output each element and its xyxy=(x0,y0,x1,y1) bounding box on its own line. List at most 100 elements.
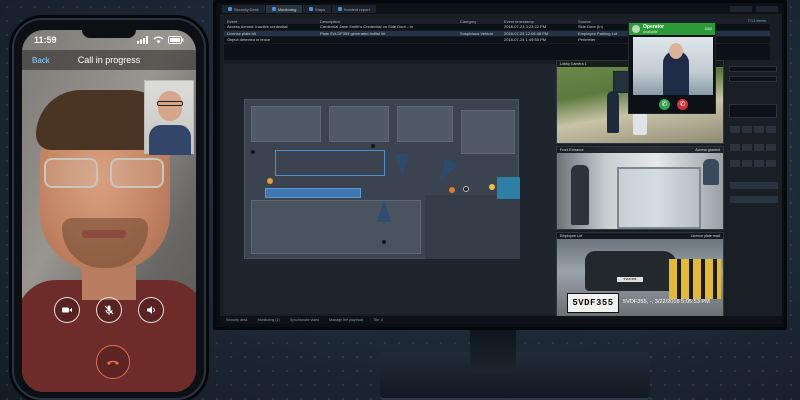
column-header-event[interactable]: Event xyxy=(224,19,320,24)
call-card-subtitle: Available xyxy=(643,29,658,34)
map-room xyxy=(461,110,515,154)
panel-button[interactable] xyxy=(730,144,740,151)
wifi-icon xyxy=(153,36,164,44)
report-icon xyxy=(338,7,343,11)
panel-button[interactable] xyxy=(742,126,752,133)
window-control[interactable] xyxy=(756,6,778,12)
pip-person-face xyxy=(158,91,182,121)
phone-time: 11:59 xyxy=(34,35,57,45)
pip-person-glasses xyxy=(157,101,183,106)
car-plate: 5VDF355 xyxy=(617,277,643,282)
status-item[interactable]: Manage the playback xyxy=(329,318,363,322)
camera-icon[interactable] xyxy=(371,144,375,148)
cell-description: Plate 5VLDF355 generated hotlist hit xyxy=(320,30,386,36)
battery-icon xyxy=(168,36,184,44)
status-bar: Security desk Monitoring (1) Synchronize… xyxy=(220,316,782,324)
call-video xyxy=(633,37,713,95)
tab-security-desk[interactable]: Security Desk xyxy=(222,5,265,13)
sensor-icon[interactable] xyxy=(267,178,273,184)
back-button[interactable]: Back xyxy=(32,56,50,65)
cell-event: Access denied: Inactive credential xyxy=(227,24,288,30)
status-tray xyxy=(137,36,184,44)
camera-icon[interactable] xyxy=(382,240,386,244)
call-card-header: Operator Available 1102 xyxy=(629,23,715,35)
status-item[interactable]: Tile: 4 xyxy=(373,318,383,322)
status-item[interactable]: Security desk xyxy=(226,318,248,322)
video-icon xyxy=(62,307,72,313)
panel-button[interactable] xyxy=(742,144,752,151)
security-desk-icon xyxy=(228,7,232,11)
panel-button[interactable] xyxy=(730,160,740,167)
map-panel xyxy=(224,64,556,314)
camera-icon[interactable] xyxy=(463,186,469,192)
panel-field[interactable] xyxy=(729,104,777,118)
scene: Security Desk Monitoring Maps Incident r… xyxy=(0,0,800,400)
panel-field[interactable] xyxy=(729,76,777,82)
cell-category: Suspicious Vehicle xyxy=(460,30,494,36)
cell-timestamp: 2018-07-23 3:23:22 PM xyxy=(504,24,547,30)
video-toggle-button[interactable] xyxy=(54,297,80,323)
call-card-titles: Operator Available xyxy=(643,23,665,34)
caller-glasses xyxy=(44,158,168,190)
monitor: Security Desk Monitoring Maps Incident r… xyxy=(213,0,787,330)
tab-monitoring[interactable]: Monitoring xyxy=(265,5,303,13)
self-view-pip[interactable] xyxy=(144,80,194,155)
column-header-description[interactable]: Description xyxy=(320,19,460,24)
video-tile[interactable]: Employee Lot Licence plate read 5VDF355 5… xyxy=(556,232,724,318)
monitor-stand-neck xyxy=(470,327,516,373)
window-controls xyxy=(730,6,782,12)
mute-button[interactable] xyxy=(96,297,122,323)
column-header-category[interactable]: Category xyxy=(460,19,504,24)
video-person xyxy=(607,91,619,133)
panel-field[interactable] xyxy=(729,66,777,72)
cell-event: License plate hit xyxy=(227,30,256,36)
call-card-title: Operator xyxy=(643,23,665,30)
window-control[interactable] xyxy=(730,6,752,12)
panel-button[interactable] xyxy=(754,126,764,133)
call-card: Operator Available 1102 ✆ ✆ xyxy=(628,22,716,114)
door-icon[interactable] xyxy=(489,184,495,190)
camera-icon[interactable] xyxy=(251,150,255,154)
lpr-badge: Licence plate read xyxy=(690,234,720,238)
caller-mouth xyxy=(82,230,126,238)
phone-notch xyxy=(82,30,136,38)
column-header-timestamp[interactable]: Event timestamp xyxy=(504,19,578,24)
monitoring-icon xyxy=(271,7,276,11)
camera-fov-cone xyxy=(377,200,391,222)
end-call-icon xyxy=(107,360,119,365)
accept-call-icon[interactable]: ✆ xyxy=(659,99,670,110)
alarm-icon[interactable] xyxy=(449,187,455,193)
glasses-lens xyxy=(44,158,98,188)
maps-icon xyxy=(309,7,314,11)
video-tile[interactable]: Front Entrance Access granted xyxy=(556,146,724,230)
map-room xyxy=(251,106,321,142)
call-card-id: 1102 xyxy=(704,27,712,31)
panel-button[interactable] xyxy=(730,126,740,133)
phone: 11:59 Back Call in progress xyxy=(12,18,206,400)
tab-incident-report[interactable]: Incident report xyxy=(332,5,376,13)
status-item[interactable]: Monitoring (1) xyxy=(258,318,280,322)
speaker-button[interactable] xyxy=(138,297,164,323)
panel-button[interactable] xyxy=(766,160,776,167)
cell-description: Credential Jane Smith's Credential on Si… xyxy=(320,24,413,30)
right-control-panel xyxy=(726,60,782,318)
pip-person-body xyxy=(149,125,191,155)
panel-button[interactable] xyxy=(766,126,776,133)
panel-button[interactable] xyxy=(754,144,764,151)
end-call-button[interactable] xyxy=(96,345,130,379)
panel-button[interactable] xyxy=(742,160,752,167)
panel-button[interactable] xyxy=(754,160,764,167)
map-room xyxy=(329,106,389,142)
call-video-face xyxy=(669,43,683,59)
video-tile-label: Employee Lot Licence plate read xyxy=(557,233,723,239)
panel-button[interactable] xyxy=(766,144,776,151)
event-count: 7/13 items xyxy=(747,18,766,23)
map-highlight-zone xyxy=(265,188,361,198)
video-tile-label: Front Entrance Access granted xyxy=(557,147,723,153)
floor-plan[interactable] xyxy=(244,99,520,259)
decline-call-icon[interactable]: ✆ xyxy=(677,99,688,110)
status-item[interactable]: Synchronize video xyxy=(290,318,319,322)
panel-button[interactable] xyxy=(730,182,778,189)
panel-button[interactable] xyxy=(730,196,778,203)
tab-maps[interactable]: Maps xyxy=(303,5,332,13)
